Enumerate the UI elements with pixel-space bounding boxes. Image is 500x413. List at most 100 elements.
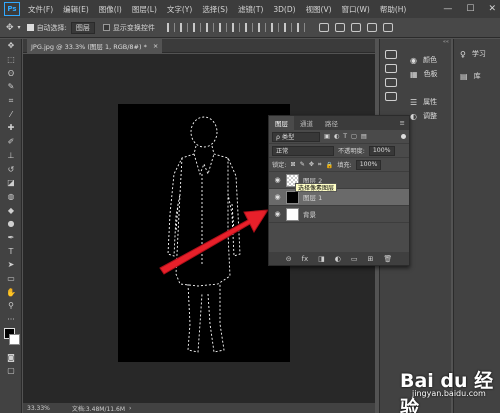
menu-layer[interactable]: 图层(L) xyxy=(132,4,157,15)
auto-select-dropdown[interactable]: 图层 xyxy=(70,21,95,34)
align-top-icon[interactable] xyxy=(166,23,175,32)
3d-mode-roll-icon[interactable] xyxy=(334,23,345,32)
layer-row-1[interactable]: ◉ 图层 1 选择像素图层 xyxy=(269,183,409,206)
history-brush-icon[interactable]: ↺ xyxy=(0,162,22,176)
type-icon[interactable]: T xyxy=(0,244,22,258)
zoom-level[interactable]: 33.33% xyxy=(27,405,50,412)
brush-icon[interactable]: ✐ xyxy=(0,135,22,149)
lock-transparent-icon[interactable]: ⊠ xyxy=(290,161,295,168)
paint-bucket-icon[interactable]: ◍ xyxy=(0,190,22,204)
fx-icon[interactable]: fx xyxy=(302,255,309,263)
tab-channels[interactable]: 通道 xyxy=(294,116,319,130)
minimize-button[interactable]: — xyxy=(443,4,452,14)
trash-icon[interactable]: 🗑 xyxy=(383,255,392,263)
filter-adjustment-icon[interactable]: ◐ xyxy=(334,133,339,140)
quick-selection-icon[interactable]: ✎ xyxy=(0,80,22,94)
clone-stamp-icon[interactable]: ⊥ xyxy=(0,149,22,163)
fill-input[interactable]: 100% xyxy=(355,159,382,170)
tab-layers[interactable]: 图层 xyxy=(269,116,294,130)
rectangle-icon[interactable]: ▭ xyxy=(0,272,22,286)
align-right-icon[interactable] xyxy=(231,23,240,32)
align-left-icon[interactable] xyxy=(205,23,214,32)
close-button[interactable]: ✕ xyxy=(488,4,496,14)
menu-help[interactable]: 帮助(H) xyxy=(380,4,407,15)
panel-libraries[interactable]: ▤ 库 xyxy=(454,69,500,83)
distribute-bottom-icon[interactable] xyxy=(270,23,279,32)
filter-toggle-icon[interactable] xyxy=(401,134,406,139)
menu-3d[interactable]: 3D(D) xyxy=(273,5,295,14)
panel-adjustments[interactable]: ◐ 调整 xyxy=(410,109,452,123)
group-icon[interactable]: ▭ xyxy=(351,255,358,263)
filter-shape-icon[interactable]: ▢ xyxy=(351,133,357,140)
visibility-eye-icon[interactable]: ◉ xyxy=(273,176,282,184)
eyedropper-icon[interactable]: ⁄ xyxy=(0,107,22,121)
layer-row-2[interactable]: ◉ 图层 2 xyxy=(269,172,409,189)
link-icon[interactable]: ⊝ xyxy=(286,255,292,263)
screen-mode-icon[interactable]: ▢ xyxy=(0,364,22,378)
3d-mode-slide-icon[interactable] xyxy=(366,23,377,32)
move-icon[interactable]: ✥ xyxy=(0,39,22,53)
menu-edit[interactable]: 编辑(E) xyxy=(63,4,89,15)
tool-preset-chevron-icon[interactable]: ▾ xyxy=(18,24,21,31)
show-transform-checkbox[interactable] xyxy=(102,24,110,31)
menu-type[interactable]: 文字(Y) xyxy=(167,4,192,15)
lasso-icon[interactable]: ʘ xyxy=(0,66,22,80)
distribute-vcenter-icon[interactable] xyxy=(257,23,266,32)
menu-select[interactable]: 选择(S) xyxy=(202,4,228,15)
paragraph-icon[interactable] xyxy=(385,78,397,87)
healing-brush-icon[interactable]: ✚ xyxy=(0,121,22,135)
lock-all-icon[interactable]: 🔒 xyxy=(326,161,334,169)
3d-mode-scale-icon[interactable] xyxy=(382,23,393,32)
blend-mode-dropdown[interactable]: 正常 xyxy=(272,145,334,156)
3d-mode-rotate-icon[interactable] xyxy=(318,23,329,32)
character-icon[interactable] xyxy=(385,64,397,73)
panel-grip-icon[interactable]: «« xyxy=(380,39,451,47)
panel-properties[interactable]: ☰ 属性 xyxy=(410,95,452,109)
auto-select-checkbox[interactable] xyxy=(26,24,34,31)
lock-pixels-icon[interactable]: ✎ xyxy=(300,161,305,168)
align-hcenter-icon[interactable] xyxy=(218,23,227,32)
3d-mode-drag-icon[interactable] xyxy=(350,23,361,32)
background-color-swatch[interactable] xyxy=(9,334,20,346)
pen-icon[interactable]: ✒ xyxy=(0,231,22,245)
distribute-top-icon[interactable] xyxy=(244,23,253,32)
move-tool-icon[interactable]: ✥ xyxy=(6,23,14,33)
brush-settings-icon[interactable] xyxy=(385,92,397,101)
panel-color[interactable]: ◉ 颜色 xyxy=(410,53,452,67)
status-arrow-icon[interactable]: › xyxy=(129,405,131,412)
menu-window[interactable]: 窗口(W) xyxy=(342,4,370,15)
menu-file[interactable]: 文件(F) xyxy=(28,4,53,15)
filter-smart-icon[interactable]: ▤ xyxy=(361,133,367,140)
mask-icon[interactable]: ◨ xyxy=(318,255,325,263)
filter-kind-dropdown[interactable]: ρ 类型 xyxy=(272,131,320,142)
maximize-button[interactable]: ☐ xyxy=(466,4,474,14)
path-selection-icon[interactable]: ➤ xyxy=(0,258,22,272)
document-tab[interactable]: JPG.jpg @ 33.3% (图层 1, RGB/8#) * × xyxy=(27,39,163,53)
document-tab-close-icon[interactable]: × xyxy=(153,42,158,50)
panel-menu-icon[interactable]: ≡ xyxy=(400,116,409,130)
menu-image[interactable]: 图像(I) xyxy=(99,4,122,15)
quick-mask-icon[interactable]: ◙ xyxy=(0,350,22,364)
layer-row-background[interactable]: ◉ 背景 xyxy=(269,206,409,223)
filter-type-icon[interactable]: T xyxy=(343,133,347,140)
visibility-eye-icon[interactable]: ◉ xyxy=(273,193,282,201)
lock-artboard-icon[interactable]: ⌗ xyxy=(318,161,321,169)
distribute-left-icon[interactable] xyxy=(283,23,292,32)
blur-icon[interactable]: ◆ xyxy=(0,203,22,217)
hand-icon[interactable]: ✋ xyxy=(0,285,22,299)
history-icon[interactable] xyxy=(385,50,397,59)
lock-position-icon[interactable]: ✥ xyxy=(309,161,314,168)
new-layer-icon[interactable]: ⊞ xyxy=(368,255,374,263)
dodge-icon[interactable]: ● xyxy=(0,217,22,231)
panel-learn[interactable]: ♀ 学习 xyxy=(454,47,500,61)
adjustment-layer-icon[interactable]: ◐ xyxy=(335,255,341,263)
panel-swatches[interactable]: ▦ 色板 xyxy=(410,67,452,81)
visibility-eye-icon[interactable]: ◉ xyxy=(273,210,282,218)
menu-filter[interactable]: 滤镜(T) xyxy=(238,4,263,15)
crop-icon[interactable]: ⌗ xyxy=(0,94,22,108)
align-vcenter-icon[interactable] xyxy=(179,23,188,32)
tab-paths[interactable]: 路径 xyxy=(319,116,344,130)
marquee-icon[interactable]: ⬚ xyxy=(0,53,22,67)
filter-pixel-icon[interactable]: ▣ xyxy=(324,133,330,140)
menu-view[interactable]: 视图(V) xyxy=(306,4,332,15)
